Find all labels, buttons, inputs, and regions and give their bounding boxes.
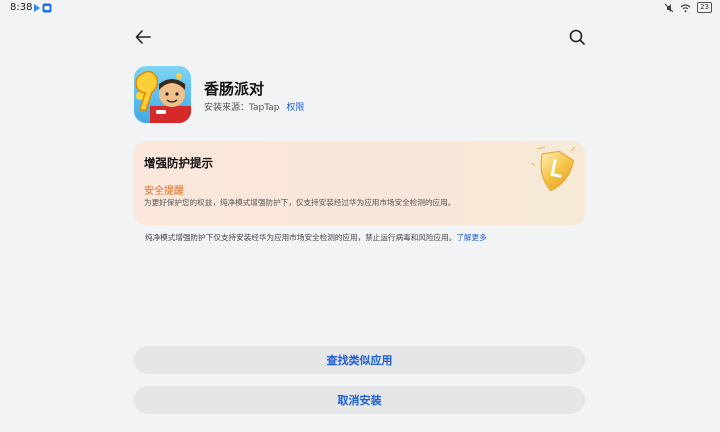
arrow-left-icon: [135, 30, 151, 44]
protection-note: 纯净模式增强防护下仅支持安装经华为应用市场安全检测的应用，禁止运行病毒和风险应用…: [145, 232, 487, 243]
warning-description: 为更好保护您的权益，纯净模式增强防护下，仅支持安装经过华为应用市场安全检测的应用…: [144, 198, 456, 207]
battery-icon: 23: [697, 2, 712, 13]
status-bar: 8:38 23: [0, 0, 720, 18]
warning-subtitle: 安全提醒: [144, 186, 184, 197]
game-logo-icon: [134, 66, 191, 123]
find-similar-apps-button[interactable]: 查找类似应用: [134, 346, 585, 374]
install-source-label: 安装来源：TapTap: [204, 103, 280, 113]
cancel-install-button[interactable]: 取消安装: [134, 386, 585, 414]
mute-icon: [664, 3, 674, 12]
status-time: 8:38: [10, 2, 33, 13]
protection-note-text: 纯净模式增强防护下仅支持安装经华为应用市场安全检测的应用，禁止运行病毒和风险应用…: [145, 233, 457, 242]
wifi-icon: [680, 3, 691, 12]
learn-more-link[interactable]: 了解更多: [456, 233, 486, 242]
install-source: 安装来源：TapTap 权限: [204, 100, 304, 113]
search-icon: [569, 29, 585, 45]
app-notification-icon: [42, 3, 52, 13]
status-right-icons: 23: [664, 2, 712, 13]
app-icon: [134, 66, 191, 123]
play-store-notification-icon: [34, 4, 40, 12]
shield-icon: [531, 146, 576, 192]
protection-warning-card: 增强防护提示 安全提醒 为更好保护您的权益，纯净模式增强防护下，仅支持安装经过华…: [134, 141, 585, 225]
search-button[interactable]: [566, 26, 588, 48]
permissions-link[interactable]: 权限: [286, 103, 304, 113]
app-name: 香肠派对: [204, 80, 265, 98]
back-button[interactable]: [133, 26, 155, 48]
warning-title: 增强防护提示: [144, 156, 213, 170]
